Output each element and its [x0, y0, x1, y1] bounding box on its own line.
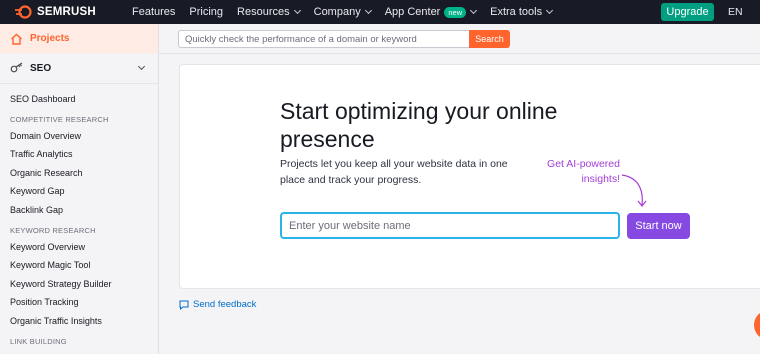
- sidebar: Projects SEO SEO Dashboard COMPETITIVE R…: [0, 24, 159, 354]
- sidebar-section-label: SEO: [30, 62, 52, 74]
- send-feedback-link[interactable]: Send feedback: [179, 299, 256, 310]
- chevron-down-icon[interactable]: [137, 62, 146, 71]
- nav-pricing[interactable]: Pricing: [189, 6, 223, 18]
- quick-search: Search: [178, 30, 510, 48]
- chevron-down-icon: [470, 6, 478, 15]
- sidebar-item-seo-dashboard[interactable]: SEO Dashboard: [0, 90, 158, 109]
- quick-search-input[interactable]: [178, 30, 469, 48]
- nav-resources[interactable]: Resources: [237, 6, 301, 18]
- start-now-button[interactable]: Start now: [627, 213, 690, 239]
- nav-app-center[interactable]: App Center new: [384, 6, 478, 18]
- chevron-down-icon: [293, 6, 301, 15]
- nav-pricing-label: Pricing: [189, 6, 224, 18]
- divider: [159, 53, 760, 54]
- chevron-down-icon: [364, 6, 372, 15]
- curved-arrow-icon: [621, 174, 647, 207]
- sidebar-heading-keyword-research: KEYWORD RESEARCH: [10, 225, 96, 235]
- projects-description: Projects let you keep all your website d…: [280, 158, 508, 186]
- feedback-icon: [179, 300, 189, 310]
- sidebar-item-position-tracking[interactable]: Position Tracking: [0, 293, 158, 312]
- chat-widget-button[interactable]: [754, 310, 760, 340]
- sidebar-item-label: Projects: [30, 33, 70, 44]
- nav-app-center-label: App Center: [384, 6, 441, 18]
- nav-extra-tools[interactable]: Extra tools: [490, 6, 554, 18]
- sidebar-item-traffic-analytics[interactable]: Traffic Analytics: [0, 145, 158, 164]
- sidebar-item-keyword-strategy-builder[interactable]: Keyword Strategy Builder: [0, 275, 158, 294]
- nav-extra-tools-label: Extra tools: [490, 6, 543, 18]
- website-name-input[interactable]: [280, 212, 620, 239]
- sidebar-item-projects[interactable]: Projects: [0, 24, 158, 53]
- sidebar-item-domain-overview[interactable]: Domain Overview: [0, 127, 158, 146]
- send-feedback-label: Send feedback: [193, 299, 257, 310]
- sidebar-item-organic-research[interactable]: Organic Research: [0, 164, 158, 183]
- main-nav: Features Pricing Resources Company App C…: [132, 0, 566, 24]
- page-title: Start optimizing your online presence: [280, 98, 558, 152]
- top-navigation-bar: SEMRUSH Features Pricing Resources Compa…: [0, 0, 760, 24]
- chevron-down-icon: [546, 6, 554, 15]
- sidebar-item-backlink-gap[interactable]: Backlink Gap: [0, 201, 158, 220]
- sidebar-item-keyword-overview[interactable]: Keyword Overview: [0, 238, 158, 257]
- sidebar-heading-link-building: LINK BUILDING: [10, 336, 67, 346]
- logo-text: SEMRUSH: [37, 6, 96, 18]
- nav-resources-label: Resources: [237, 6, 290, 18]
- nav-features[interactable]: Features: [132, 6, 175, 18]
- nav-features-label: Features: [132, 6, 176, 18]
- search-button[interactable]: Search: [469, 30, 510, 48]
- key-icon: [10, 62, 23, 73]
- upgrade-button[interactable]: Upgrade: [661, 3, 714, 21]
- sidebar-item-keyword-magic-tool[interactable]: Keyword Magic Tool: [0, 256, 158, 275]
- nav-company-label: Company: [313, 6, 361, 18]
- language-selector[interactable]: EN: [728, 0, 743, 24]
- ai-insights-note: Get AI-powered insights!: [547, 158, 620, 185]
- new-badge: new: [444, 6, 467, 18]
- semrush-logo[interactable]: SEMRUSH: [14, 5, 132, 19]
- nav-company[interactable]: Company: [313, 6, 372, 18]
- sidebar-item-keyword-gap[interactable]: Keyword Gap: [0, 182, 158, 201]
- sidebar-item-organic-traffic-insights[interactable]: Organic Traffic Insights: [0, 312, 158, 331]
- home-icon: [11, 33, 22, 45]
- sidebar-heading-competitive-research: COMPETITIVE RESEARCH: [10, 114, 109, 124]
- semrush-logo-icon: [15, 5, 32, 19]
- sidebar-section-seo[interactable]: SEO: [0, 53, 158, 84]
